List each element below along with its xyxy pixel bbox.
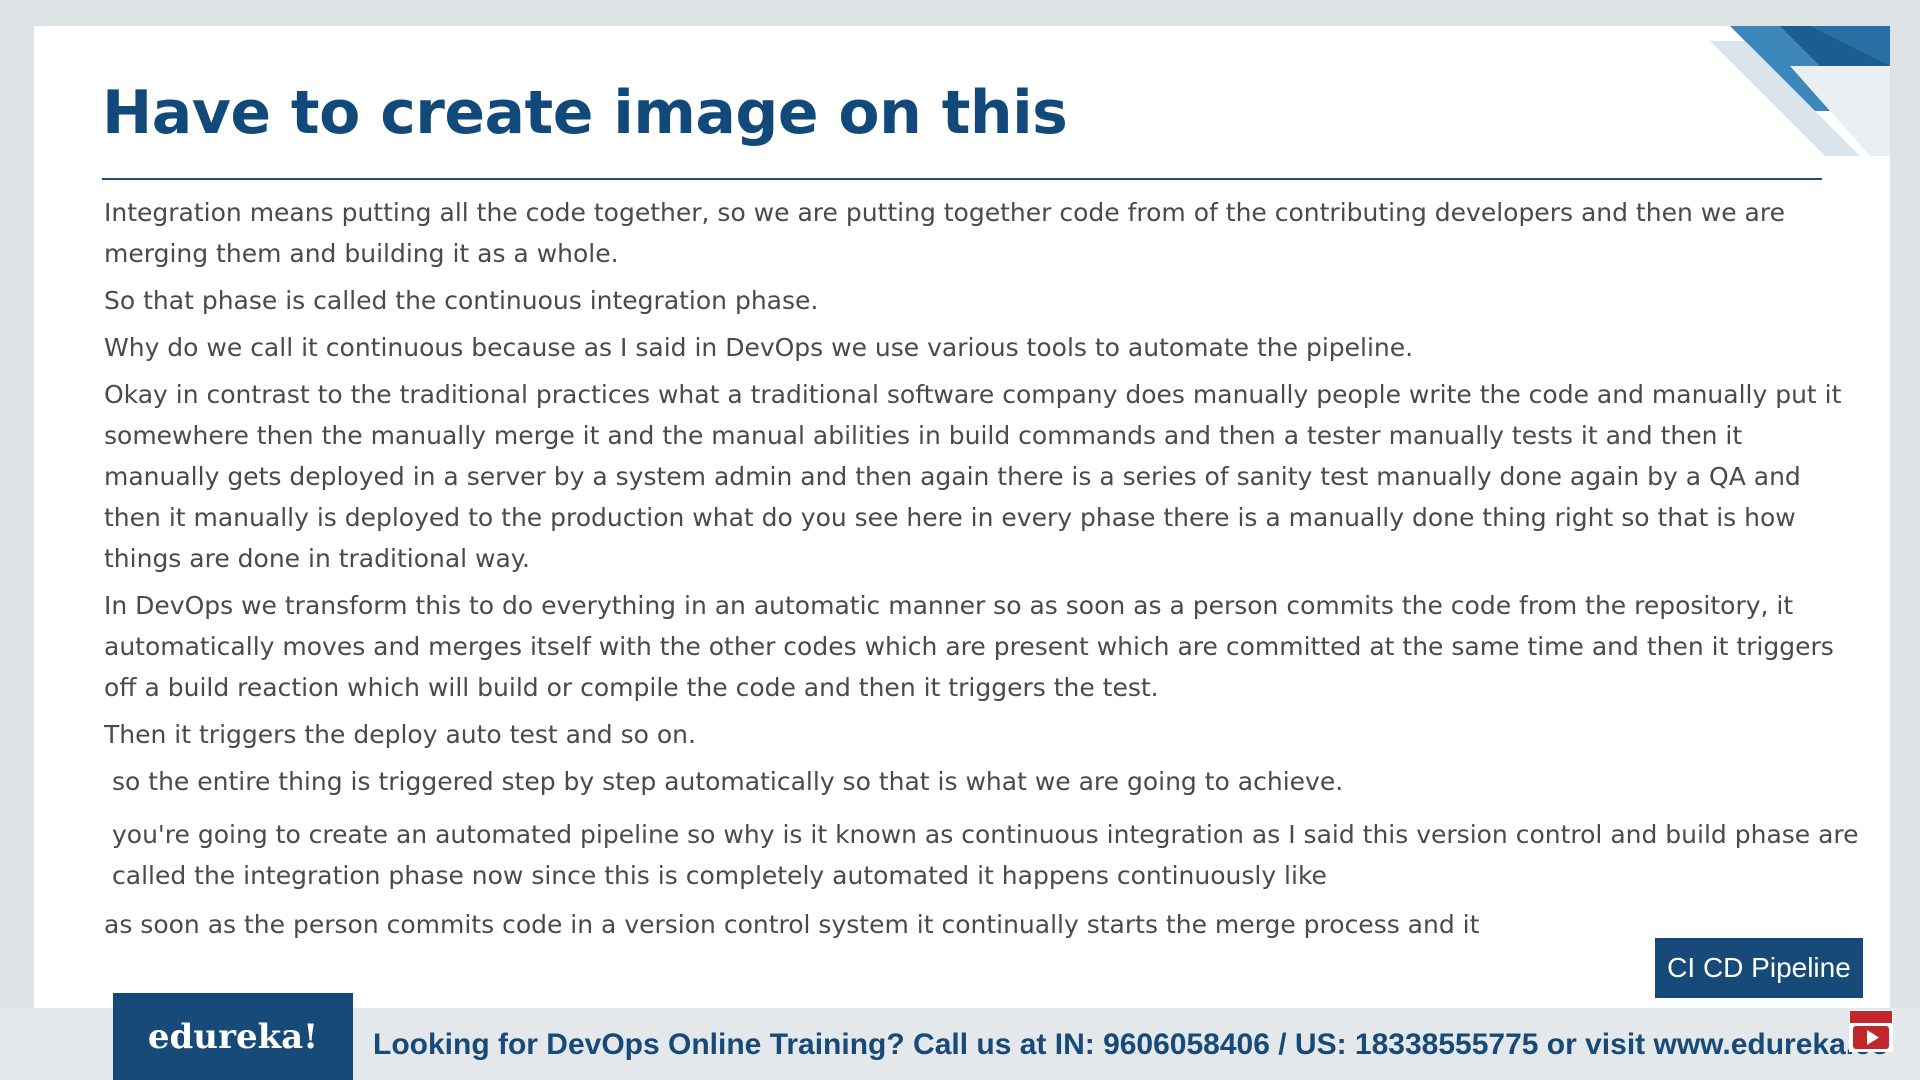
title-divider <box>102 178 1822 180</box>
paragraph-ci-phase: So that phase is called the continuous i… <box>104 286 819 315</box>
paragraph-deploy-test: Then it triggers the deploy auto test an… <box>104 720 696 749</box>
subscribe-icon[interactable] <box>1849 1010 1893 1052</box>
edureka-logo: edureka! <box>113 993 353 1080</box>
slide: Have to create image on this Integration… <box>34 26 1890 1008</box>
paragraph-traditional: Okay in contrast to the traditional prac… <box>104 380 1842 573</box>
paragraph-merge-process: as soon as the person commits code in a … <box>104 910 1480 939</box>
slide-body: Integration means putting all the code t… <box>104 192 1864 945</box>
footer-promo-text: Looking for DevOps Online Training? Call… <box>373 1028 1890 1061</box>
video-frame: Have to create image on this Integration… <box>0 0 1920 1080</box>
paragraph-step-by-step: so the entire thing is triggered step by… <box>112 767 1344 796</box>
corner-stripes-decoration-icon <box>1710 26 1890 156</box>
paragraph-integration: Integration means putting all the code t… <box>104 198 1785 268</box>
slide-title: Have to create image on this <box>102 78 1068 148</box>
paragraph-devops-automatic: In DevOps we transform this to do everyt… <box>104 591 1834 702</box>
paragraph-automated-pipeline: you're going to create an automated pipe… <box>112 820 1859 890</box>
paragraph-why-continuous: Why do we call it continuous because as … <box>104 333 1414 362</box>
ci-cd-pipeline-badge: CI CD Pipeline <box>1655 938 1863 998</box>
